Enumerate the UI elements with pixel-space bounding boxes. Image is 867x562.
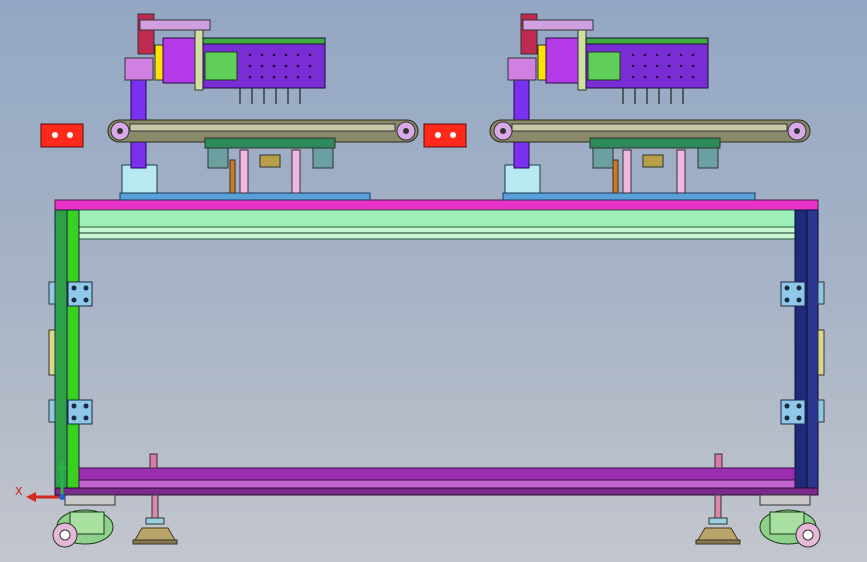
frame-left-leg[interactable] (66, 209, 80, 496)
machine-assembly-drawing[interactable] (0, 0, 867, 562)
caster-left[interactable] (52, 494, 116, 548)
frame-right-leg[interactable] (794, 209, 808, 496)
bracket-left-lower (48, 399, 93, 425)
x-axis-label: X (15, 485, 23, 498)
station-right[interactable] (489, 13, 811, 201)
station-right-base-plate (502, 192, 756, 201)
feet-and-casters[interactable] (52, 494, 821, 548)
station-left[interactable] (107, 13, 419, 201)
frame-bottom-rail[interactable] (78, 467, 796, 481)
bottom-rail-post-left (149, 453, 158, 469)
frame-right-leg-outer (806, 209, 819, 496)
frame-crossbar-upper (74, 209, 796, 228)
frame-top-rail[interactable] (54, 199, 819, 211)
motor-block-right[interactable] (423, 123, 467, 148)
bracket-right-lower (780, 399, 825, 425)
caster-right[interactable] (759, 494, 821, 548)
bracket-right-upper (780, 281, 825, 307)
bracket-left-upper (48, 281, 93, 307)
xyz-triad-icon (26, 460, 67, 502)
machine-frame[interactable] (48, 199, 825, 496)
motor-block-left[interactable] (40, 123, 84, 148)
leveling-foot-left[interactable] (132, 494, 178, 545)
station-left-base-plate (119, 192, 371, 201)
frame-left-leg-outer (54, 209, 68, 496)
bottom-rail-post-right (714, 453, 723, 469)
leveling-foot-right[interactable] (695, 494, 741, 545)
cad-viewport[interactable]: X (0, 0, 867, 562)
